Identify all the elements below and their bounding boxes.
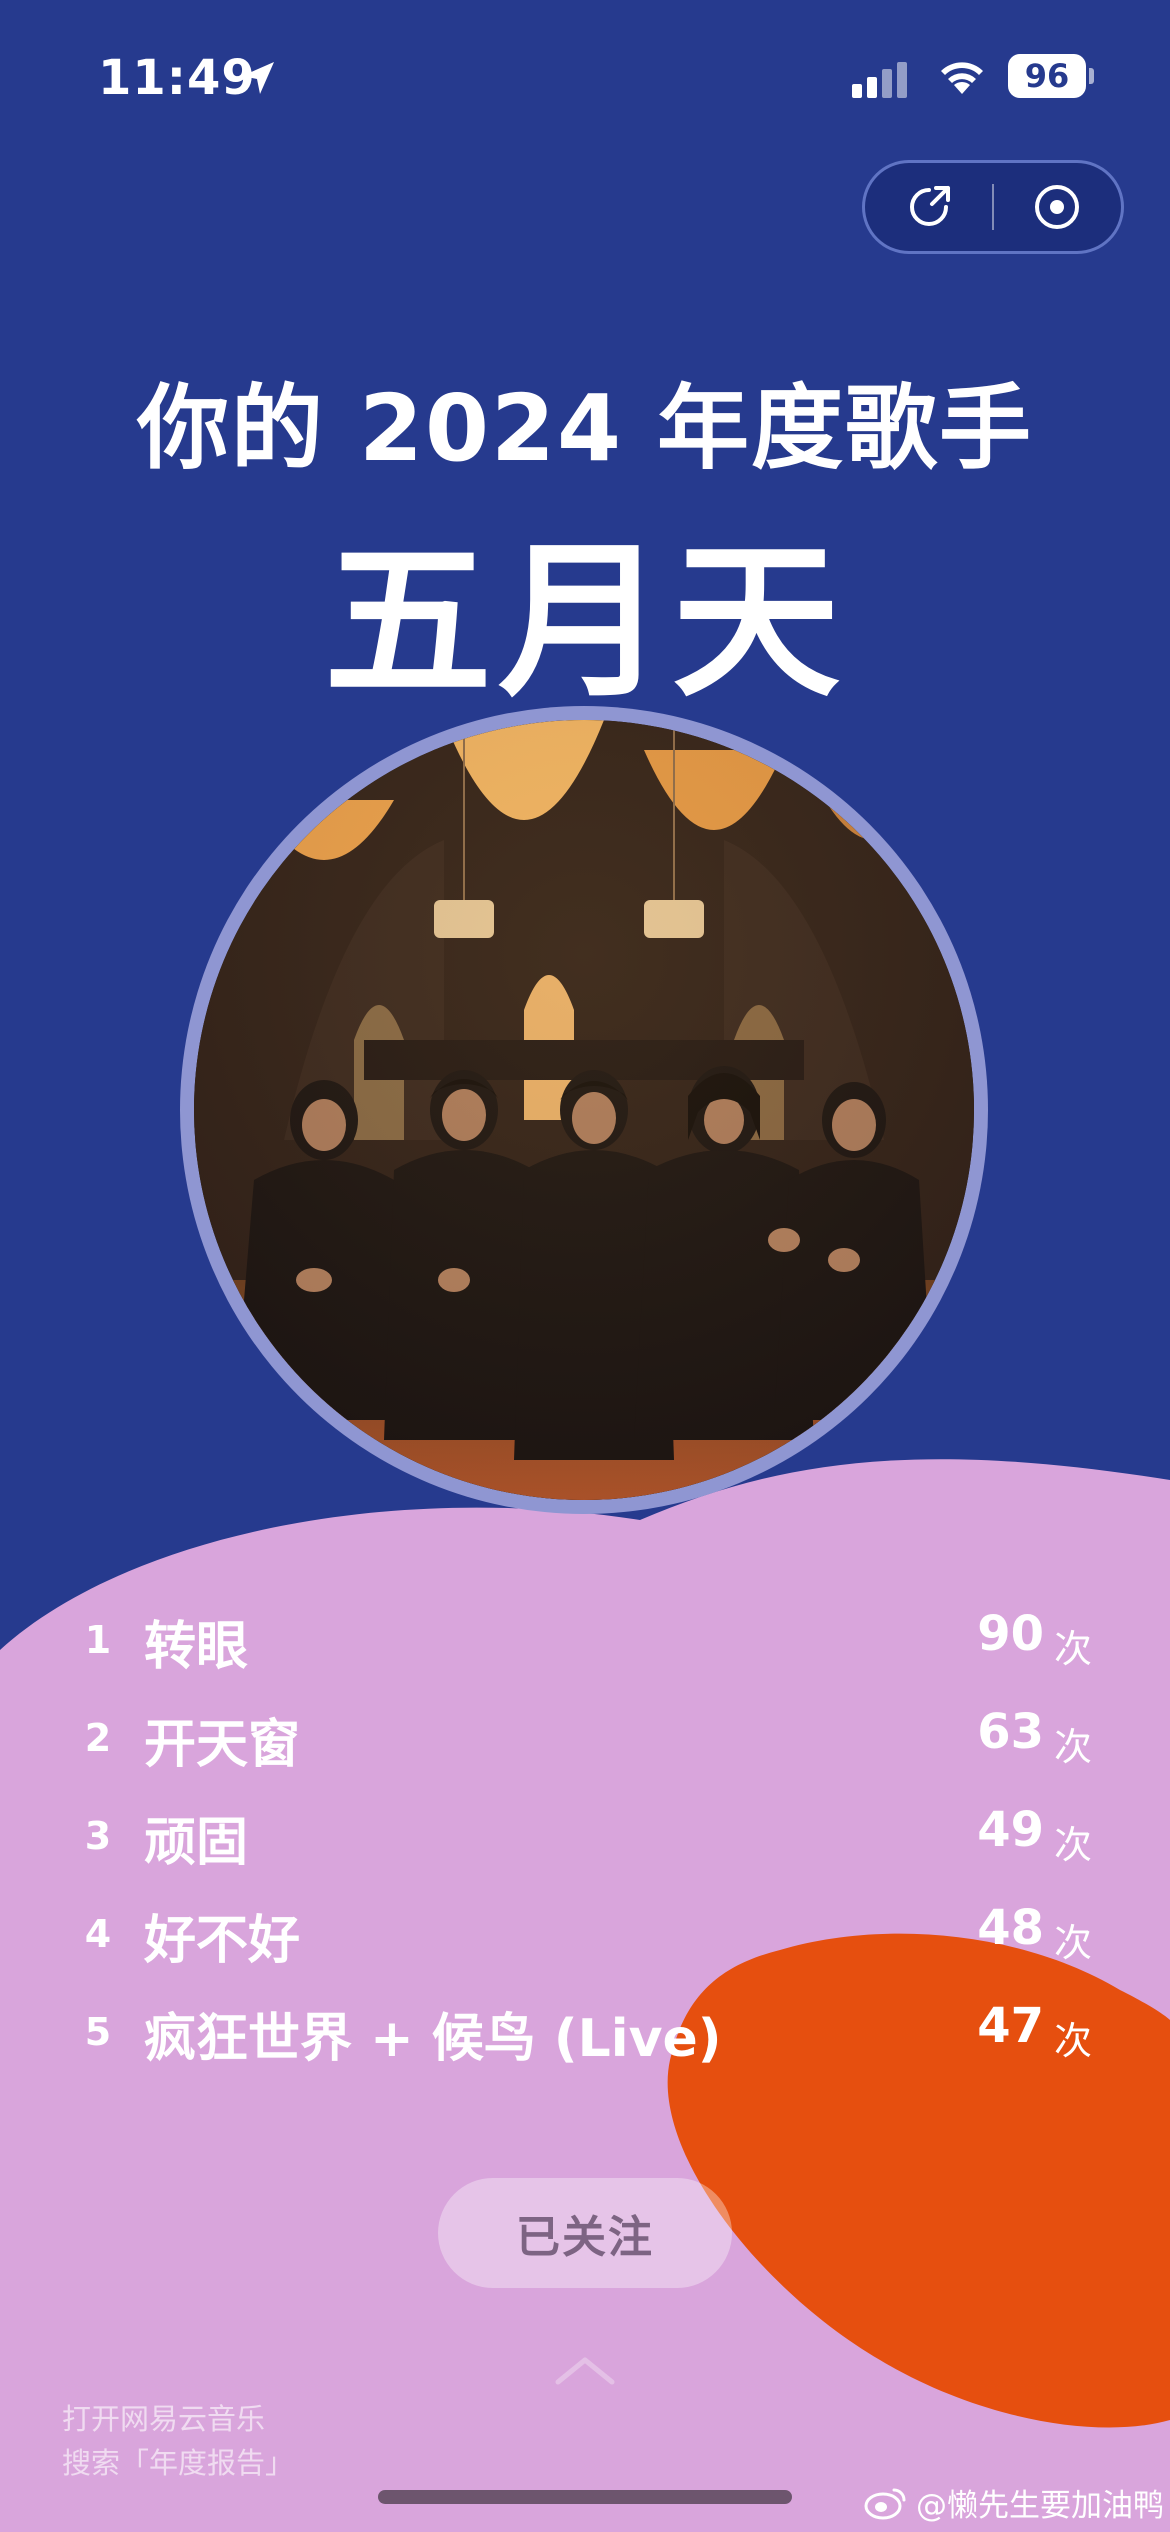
cellular-signal-icon — [852, 62, 907, 98]
battery-tip — [1089, 68, 1094, 84]
song-row: 2 开天窗 63 次 — [0, 1698, 1170, 1788]
home-indicator — [378, 2490, 792, 2504]
song-rank: 5 — [84, 2010, 112, 2054]
artist-photo-frame — [180, 706, 988, 1514]
artist-name: 五月天 — [324, 524, 846, 720]
follow-button[interactable]: 已关注 — [438, 2178, 732, 2288]
artist-photo — [194, 720, 974, 1500]
play-count-unit: 次 — [1054, 1725, 1093, 1769]
play-count-unit: 次 — [1054, 1921, 1093, 1965]
status-time: 11:49 — [98, 50, 256, 106]
capsule-menu — [862, 160, 1124, 254]
play-count-unit: 次 — [1054, 1823, 1093, 1867]
wifi-icon — [941, 62, 983, 94]
play-count: 47 — [977, 1998, 1044, 2054]
play-count: 90 — [977, 1606, 1044, 1662]
song-title: 开天窗 — [144, 1715, 301, 1775]
watermark-text: @懒先生要加油鸭 — [916, 2487, 1164, 2524]
song-title: 顽固 — [144, 1813, 249, 1873]
play-count-unit: 次 — [1054, 2019, 1093, 2063]
song-rank: 1 — [84, 1618, 112, 1662]
close-button[interactable] — [994, 163, 1121, 251]
hint-line: 搜索「年度报告」 — [62, 2446, 295, 2480]
location-arrow-icon — [242, 62, 274, 94]
song-rank: 3 — [84, 1814, 112, 1858]
song-row: 4 好不好 48 次 — [0, 1894, 1170, 1984]
weibo-icon — [864, 2488, 906, 2520]
play-count-unit: 次 — [1054, 1627, 1093, 1671]
song-rank: 4 — [84, 1912, 112, 1956]
page-title: 你的 2024 年度歌手 — [136, 375, 1034, 482]
song-title: 好不好 — [144, 1911, 301, 1971]
target-icon — [1035, 185, 1080, 229]
hint-line: 打开网易云音乐 — [62, 2402, 266, 2436]
song-row: 1 转眼 90 次 — [0, 1600, 1170, 1690]
watermark: @懒先生要加油鸭 — [864, 2480, 1164, 2524]
song-row: 5 疯狂世界 + 候鸟 (Live) 47 次 — [0, 1992, 1170, 2082]
song-title: 疯狂世界 + 候鸟 (Live) — [144, 2009, 722, 2069]
share-icon — [909, 186, 950, 226]
song-rank: 2 — [84, 1716, 112, 1760]
song-title: 转眼 — [144, 1617, 249, 1677]
play-count: 48 — [977, 1900, 1044, 1956]
share-button[interactable] — [865, 163, 992, 251]
chevron-up-icon — [555, 2357, 615, 2385]
play-count: 49 — [977, 1802, 1044, 1858]
battery-indicator: 96 — [1008, 54, 1086, 98]
play-count: 63 — [977, 1704, 1044, 1760]
song-row: 3 顽固 49 次 — [0, 1796, 1170, 1886]
